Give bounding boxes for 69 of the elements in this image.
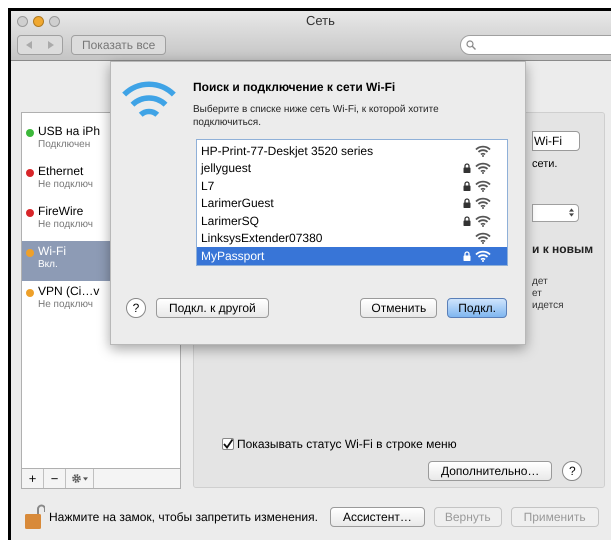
zoom-button[interactable] bbox=[49, 16, 60, 26]
help-button[interactable]: ? bbox=[126, 298, 146, 318]
back-icon bbox=[26, 41, 32, 49]
panel-text: сети. bbox=[532, 157, 558, 172]
gear-icon bbox=[71, 473, 82, 484]
service-item[interactable]: USB на iPh Подключен bbox=[22, 121, 180, 161]
service-name: Ethernet bbox=[38, 164, 84, 178]
wifi-signal-icon bbox=[475, 197, 491, 210]
dialog-title: Поиск и подключение к сети Wi-Fi bbox=[193, 79, 396, 96]
network-name: L7 bbox=[201, 178, 216, 195]
add-button[interactable]: + bbox=[22, 469, 44, 488]
back-forward-buttons[interactable] bbox=[17, 35, 63, 55]
assistant-button[interactable]: Ассистент… bbox=[330, 507, 425, 527]
network-row[interactable]: HP-Print-77-Deskjet 3520 series bbox=[197, 142, 507, 160]
remove-button[interactable]: − bbox=[44, 469, 66, 488]
network-name: MyPassport bbox=[201, 248, 266, 265]
minimize-button[interactable] bbox=[33, 16, 44, 26]
service-item[interactable]: Ethernet Не подключ bbox=[22, 161, 180, 201]
network-row[interactable]: LarimerSQ bbox=[197, 212, 507, 230]
wifi-signal-icon bbox=[475, 144, 491, 157]
service-name: FireWire bbox=[38, 204, 84, 218]
stepper-icon bbox=[569, 208, 574, 217]
dialog-text: Выберите в списке ниже сеть Wi-Fi, к которой хотите подключиться. bbox=[193, 103, 440, 129]
lock-hint: Нажмите на замок, чтобы запретить изменения. bbox=[49, 509, 318, 526]
service-name: USB на iPh bbox=[38, 124, 100, 138]
checkbox[interactable] bbox=[222, 438, 234, 450]
service-name: VPN (Ci…v bbox=[38, 284, 100, 298]
window-title: Сеть bbox=[306, 12, 335, 30]
caret-icon bbox=[83, 476, 88, 480]
wifi-signal-icon bbox=[475, 180, 491, 192]
service-name: Wi-Fi bbox=[38, 244, 66, 258]
network-row[interactable]: jellyguest bbox=[197, 160, 507, 177]
network-name: HP-Print-77-Deskjet 3520 series bbox=[201, 142, 374, 160]
search-icon bbox=[466, 40, 476, 50]
network-name: jellyguest bbox=[201, 160, 252, 178]
padlock-icon bbox=[25, 504, 45, 530]
join-other-button[interactable]: Подкл. к другой bbox=[156, 298, 269, 318]
checkmark-icon bbox=[223, 438, 233, 448]
network-row[interactable]: LinksysExtender07380 bbox=[197, 230, 507, 247]
wifi-signal-icon bbox=[475, 214, 491, 227]
search-field[interactable] bbox=[460, 35, 611, 55]
network-row[interactable]: LarimerGuest bbox=[197, 194, 507, 212]
network-popup[interactable] bbox=[532, 204, 579, 222]
advanced-button[interactable]: Дополнительно… bbox=[428, 460, 552, 480]
connect-button[interactable]: Подкл. bbox=[447, 298, 507, 318]
service-item[interactable]: FireWire Не подключ bbox=[22, 201, 180, 241]
network-row[interactable]: MyPassport bbox=[197, 247, 507, 264]
network-name: LarimerGuest bbox=[201, 195, 275, 212]
wifi-signal-icon bbox=[475, 162, 491, 174]
service-status: Не подключ bbox=[38, 178, 93, 192]
service-status: Не подключ bbox=[38, 218, 93, 232]
checkbox-label: Показывать статус Wi-Fi в строке меню bbox=[237, 436, 457, 452]
cancel-button[interactable]: Отменить bbox=[360, 298, 438, 318]
close-button[interactable] bbox=[17, 16, 28, 26]
panel-text: дет bbox=[532, 276, 549, 288]
network-name: LinksysExtender07380 bbox=[201, 230, 324, 248]
service-status: Не подключ bbox=[38, 298, 94, 312]
wifi-button[interactable]: Wi-Fi bbox=[532, 131, 580, 151]
network-row[interactable]: L7 bbox=[197, 177, 507, 194]
wifi-signal-icon bbox=[475, 232, 491, 244]
help-button[interactable]: ? bbox=[562, 460, 582, 480]
network-name: LarimerSQ bbox=[201, 212, 260, 230]
panel-text: и к новым bbox=[532, 240, 594, 258]
panel-text: идется bbox=[532, 300, 565, 312]
panel-text: ет bbox=[532, 288, 543, 300]
forward-icon bbox=[48, 41, 54, 49]
service-status: Подключен bbox=[38, 138, 92, 152]
wifi-signal-icon bbox=[475, 250, 491, 262]
service-status: Вкл. bbox=[38, 258, 59, 272]
